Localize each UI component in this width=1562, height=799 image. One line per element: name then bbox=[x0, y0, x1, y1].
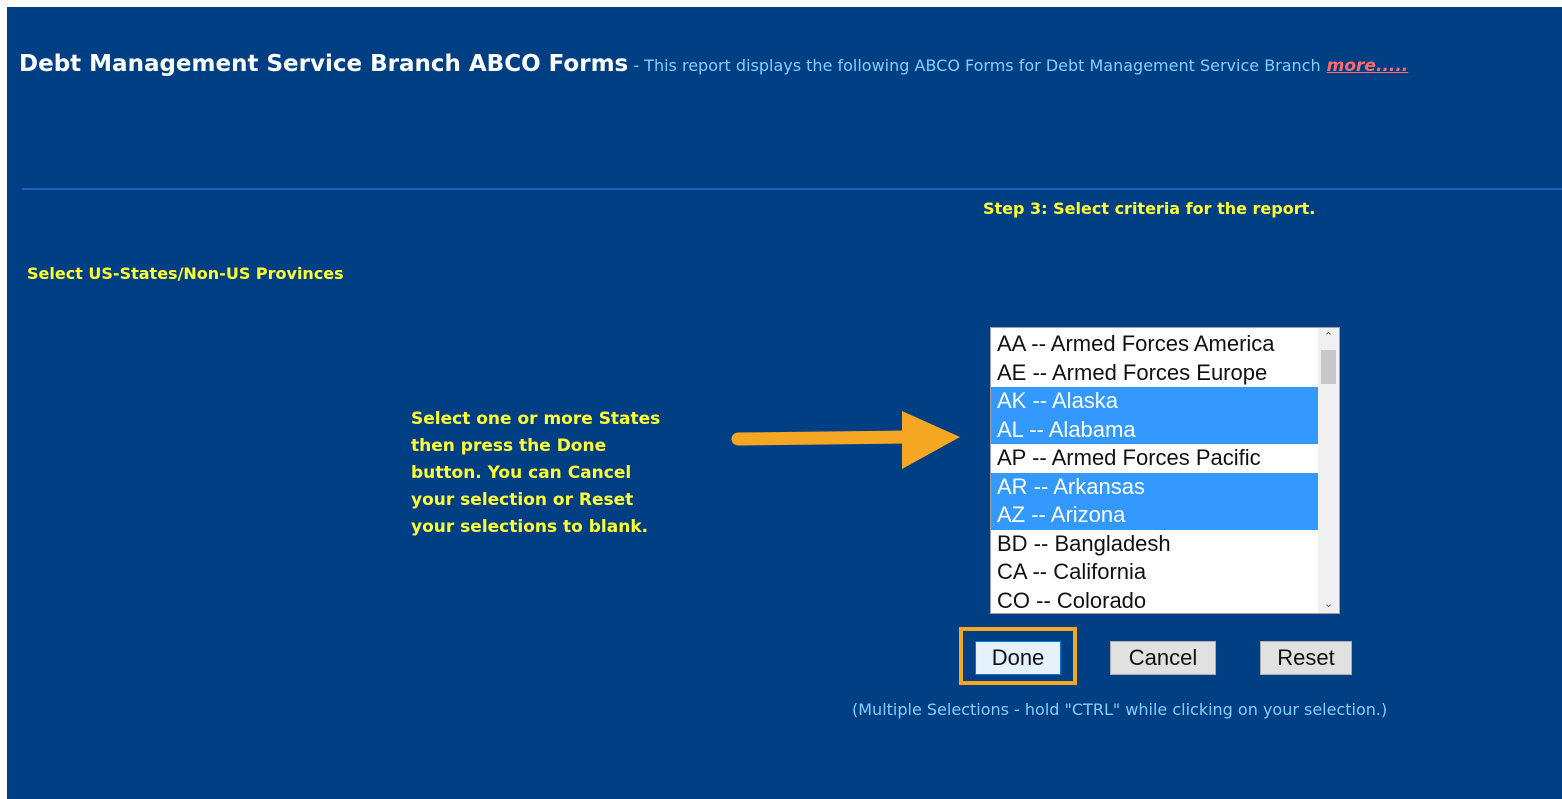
step-heading: Step 3: Select criteria for the report. bbox=[983, 199, 1316, 218]
chevron-down-icon[interactable]: ⌄ bbox=[1318, 595, 1339, 613]
states-listbox[interactable]: AA -- Armed Forces America AE -- Armed Fo… bbox=[990, 327, 1340, 614]
more-link[interactable]: more..... bbox=[1327, 56, 1409, 76]
listbox-option[interactable]: BD -- Bangladesh bbox=[991, 530, 1318, 559]
listbox-option[interactable]: CA -- California bbox=[991, 558, 1318, 587]
arrow-right-icon bbox=[731, 411, 960, 469]
listbox-scrollbar[interactable]: ⌃ ⌄ bbox=[1318, 328, 1339, 613]
listbox-option[interactable]: AA -- Armed Forces America bbox=[991, 330, 1318, 359]
section-label: Select US-States/Non-US Provinces bbox=[27, 264, 344, 283]
listbox-option[interactable]: AR -- Arkansas bbox=[991, 472, 1318, 501]
listbox-option[interactable]: AE -- Armed Forces Europe bbox=[991, 359, 1318, 388]
listbox-option[interactable]: AP -- Armed Forces Pacific bbox=[991, 444, 1318, 473]
listbox-option[interactable]: CO -- Colorado bbox=[991, 587, 1318, 614]
page-header: Debt Management Service Branch ABCO Form… bbox=[19, 51, 1408, 77]
reset-button[interactable]: Reset bbox=[1260, 641, 1352, 675]
page-description: - This report displays the following ABC… bbox=[628, 56, 1321, 75]
instruction-callout: Select one or more States then press the… bbox=[411, 409, 661, 537]
listbox-option[interactable]: AZ -- Arizona bbox=[991, 501, 1318, 530]
chevron-up-icon[interactable]: ⌃ bbox=[1318, 328, 1339, 346]
header-divider bbox=[22, 188, 1562, 190]
cancel-button[interactable]: Cancel bbox=[1110, 641, 1216, 675]
scrollbar-thumb[interactable] bbox=[1321, 350, 1336, 384]
page: Debt Management Service Branch ABCO Form… bbox=[7, 7, 1562, 799]
listbox-options: AA -- Armed Forces America AE -- Armed Fo… bbox=[991, 330, 1318, 614]
page-title: Debt Management Service Branch ABCO Form… bbox=[19, 51, 629, 77]
multi-select-hint: (Multiple Selections - hold "CTRL" while… bbox=[852, 700, 1388, 719]
listbox-option[interactable]: AK -- Alaska bbox=[991, 387, 1318, 416]
done-button[interactable]: Done bbox=[975, 641, 1061, 675]
listbox-option[interactable]: AL -- Alabama bbox=[991, 415, 1318, 444]
